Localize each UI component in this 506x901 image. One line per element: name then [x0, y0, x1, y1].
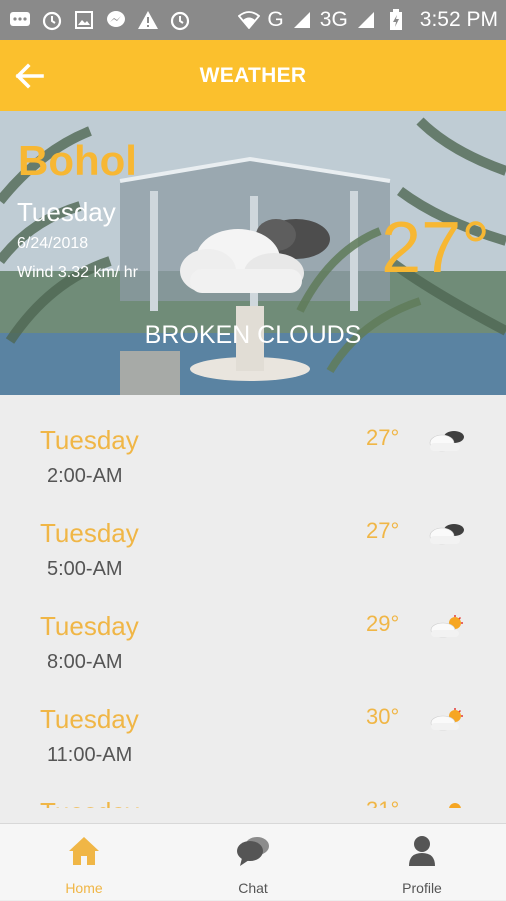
broken-clouds-icon [429, 431, 464, 452]
nav-profile-label: Profile [402, 880, 442, 896]
forecast-row[interactable]: Tuesday 5:00-AM 27° [0, 488, 506, 581]
partly-sunny-icon [430, 615, 463, 638]
profile-icon [409, 836, 435, 866]
city-name: Bohol [18, 137, 137, 184]
nav-home[interactable]: Home [0, 824, 168, 901]
image-icon [72, 9, 96, 31]
forecast-temp: 27° [366, 518, 400, 543]
chat-icon [237, 837, 269, 866]
home-icon [69, 837, 99, 865]
forecast-day: Tuesday [40, 425, 139, 455]
nav-chat-label: Chat [238, 880, 268, 896]
status-bar: G 3G 3:52 PM [0, 0, 506, 40]
forecast-day: Tuesday [40, 518, 139, 548]
forecast-row[interactable]: Tuesday 31° [0, 767, 506, 808]
forecast-time: 8:00-AM [47, 651, 123, 673]
wind-speed: Wind 3.32 km/ hr [17, 264, 138, 281]
broken-clouds-icon [429, 524, 464, 545]
arrow-left-icon [15, 63, 44, 89]
battery-charging-icon [384, 9, 408, 31]
forecast-row[interactable]: Tuesday 2:00-AM 27° [0, 395, 506, 488]
forecast-day: Tuesday [40, 611, 139, 641]
signal-icon [290, 9, 314, 31]
clock: 3:52 PM [419, 8, 498, 31]
partly-sunny-icon [449, 803, 461, 808]
current-date: 6/24/2018 [17, 235, 89, 252]
warning-icon [136, 9, 160, 31]
signal-icon [354, 9, 378, 31]
nav-home-label: Home [65, 880, 103, 896]
network-type-2: 3G [319, 8, 348, 31]
forecast-row[interactable]: Tuesday 11:00-AM 30° [0, 674, 506, 767]
back-button[interactable] [12, 58, 48, 94]
alarm-icon [168, 9, 192, 31]
app-bar: WEATHER [0, 40, 506, 111]
messenger-icon [104, 9, 128, 31]
forecast-day: Tuesday [40, 797, 139, 808]
forecast-temp: 27° [366, 425, 400, 450]
current-temperature: 27° [381, 208, 490, 288]
forecast-temp: 31° [366, 797, 399, 808]
nav-chat[interactable]: Chat [169, 824, 337, 901]
current-weather-card: Bohol Tuesday 6/24/2018 Wind 3.32 km/ hr… [0, 111, 506, 395]
message-icon [8, 9, 32, 31]
forecast-list[interactable]: Tuesday 2:00-AM 27° Tuesday 5:00-AM 27° … [0, 395, 506, 808]
bottom-navigation: Home Chat Profile [0, 823, 506, 900]
partly-sunny-icon [430, 708, 463, 731]
wifi-icon [237, 9, 261, 31]
forecast-temp: 29° [366, 611, 400, 636]
current-day: Tuesday [17, 197, 116, 227]
forecast-time: 5:00-AM [47, 558, 123, 580]
forecast-temp: 30° [366, 704, 400, 729]
forecast-time: 11:00-AM [47, 744, 133, 766]
network-type: G [267, 8, 284, 31]
forecast-day: Tuesday [40, 704, 139, 734]
page-title: WEATHER [199, 63, 307, 87]
forecast-row[interactable]: Tuesday 8:00-AM 29° [0, 581, 506, 674]
nav-profile[interactable]: Profile [338, 824, 506, 901]
forecast-time: 2:00-AM [47, 465, 123, 487]
weather-description: BROKEN CLOUDS [144, 321, 362, 349]
broken-clouds-icon [180, 219, 330, 293]
alarm-icon [40, 9, 64, 31]
